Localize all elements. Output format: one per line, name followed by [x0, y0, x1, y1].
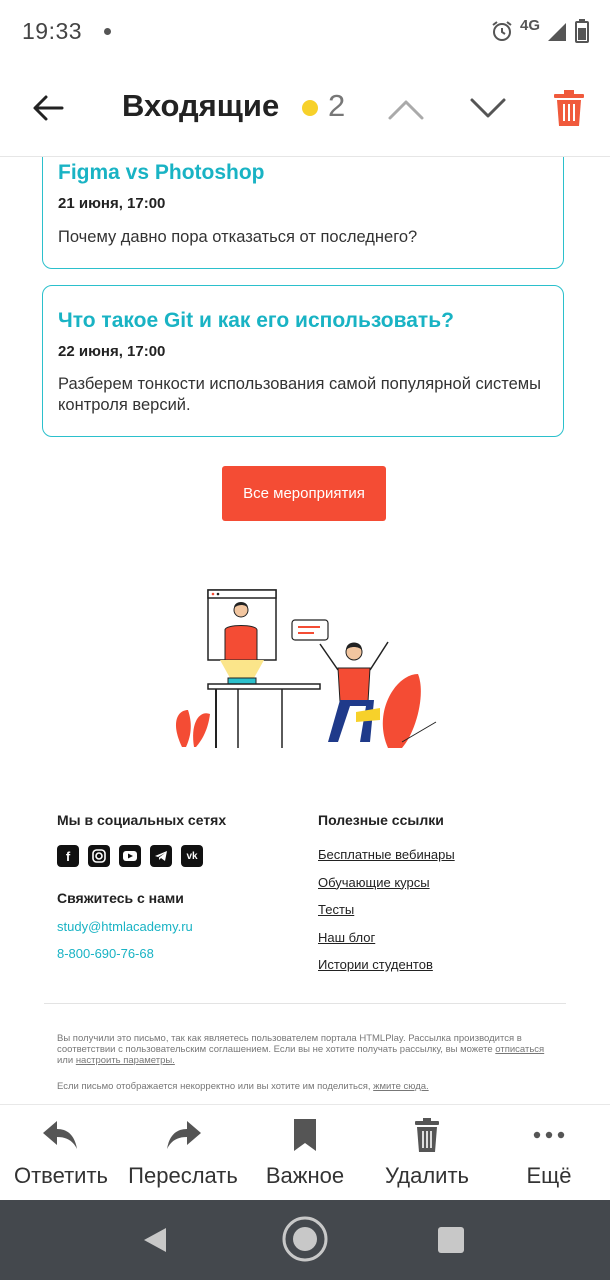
legal-share: Если письмо отображается некорректно или… [57, 1081, 557, 1092]
social-heading: Мы в социальных сетях [57, 812, 227, 828]
network-type: 4G [519, 16, 540, 34]
legal-or: или [57, 1055, 74, 1066]
signal-icon [548, 23, 566, 41]
link-blog[interactable]: Наш блог [318, 930, 455, 958]
event-card: Что такое Git и как его использовать? 22… [42, 285, 564, 437]
legal-share-text: Если письмо отображается некорректно или… [57, 1081, 371, 1092]
legal-notice: Вы получили это письмо, так как являетес… [57, 1033, 557, 1066]
nav-home-icon[interactable] [281, 1215, 329, 1263]
chevron-up-icon[interactable] [386, 94, 426, 124]
important-label: Важное [265, 1163, 345, 1188]
event-card: Figma vs Photoshop 21 июня, 17:00 Почему… [42, 157, 564, 269]
more-label: Ещё [526, 1163, 572, 1188]
delete-button[interactable]: Удалить [366, 1105, 488, 1201]
contact-heading: Свяжитесь с нами [57, 890, 184, 906]
bookmark-icon [294, 1119, 316, 1151]
trash-icon[interactable] [552, 88, 586, 128]
forward-icon [167, 1121, 201, 1149]
youtube-icon[interactable] [119, 845, 141, 867]
more-button[interactable]: Ещё [488, 1105, 610, 1201]
link-student-stories[interactable]: Истории студентов [318, 957, 455, 985]
useful-links: Бесплатные вебинары Обучающие курсы Тест… [318, 847, 455, 985]
legal-text: Вы получили это письмо, так как являетес… [57, 1033, 522, 1055]
all-events-button[interactable]: Все мероприятия [222, 466, 386, 521]
facebook-icon[interactable]: f [57, 845, 79, 867]
battery-icon [575, 19, 589, 43]
status-time: 19:33 [22, 18, 83, 44]
message-actions-bar: Ответить Переслать Важное Удалить Ещё [0, 1104, 610, 1201]
delete-label: Удалить [385, 1163, 469, 1188]
contact-email[interactable]: study@htmlacademy.ru [57, 919, 193, 934]
unread-dot [302, 100, 318, 116]
link-courses[interactable]: Обучающие курсы [318, 875, 455, 903]
reply-label: Ответить [13, 1163, 109, 1188]
status-bar: 19:33 4G [0, 0, 610, 62]
trash-icon [415, 1118, 439, 1152]
event-illustration [175, 589, 437, 748]
event-title[interactable]: Figma vs Photoshop [58, 161, 265, 185]
mail-toolbar: Входящие 2 [0, 62, 610, 157]
chevron-down-icon[interactable] [468, 94, 508, 124]
event-title[interactable]: Что такое Git и как его использовать? [58, 309, 454, 333]
reply-icon [43, 1121, 77, 1149]
links-heading: Полезные ссылки [318, 812, 444, 828]
forward-button[interactable]: Переслать [122, 1105, 244, 1201]
system-navigation-bar [0, 1200, 610, 1280]
contact-phone[interactable]: 8-800-690-76-68 [57, 946, 154, 961]
social-links: f vk [57, 845, 203, 867]
share-here-link[interactable]: жмите сюда. [373, 1081, 429, 1092]
link-webinars[interactable]: Бесплатные вебинары [318, 847, 455, 875]
notification-dot [104, 28, 111, 35]
footer-divider [44, 1003, 566, 1004]
status-icons: 4G [490, 14, 590, 48]
more-icon [533, 1131, 565, 1139]
unread-count: 2 [328, 88, 346, 123]
important-button[interactable]: Важное [244, 1105, 366, 1201]
forward-label: Переслать [128, 1163, 238, 1188]
unsubscribe-link[interactable]: отписаться [495, 1044, 544, 1055]
vk-icon[interactable]: vk [181, 845, 203, 867]
nav-recent-apps-icon[interactable] [438, 1227, 464, 1253]
event-description: Разберем тонкости использования самой по… [58, 375, 541, 414]
back-arrow-icon[interactable] [30, 90, 66, 126]
nav-back-icon[interactable] [140, 1225, 170, 1255]
settings-link[interactable]: настроить параметры. [76, 1055, 175, 1066]
folder-title: Входящие [122, 88, 280, 123]
email-body: Figma vs Photoshop 21 июня, 17:00 Почему… [0, 157, 610, 1104]
reply-button[interactable]: Ответить [0, 1105, 122, 1201]
alarm-icon [492, 21, 512, 41]
event-date: 22 июня, 17:00 [58, 343, 166, 360]
event-date: 21 июня, 17:00 [58, 195, 166, 212]
telegram-icon[interactable] [150, 845, 172, 867]
link-tests[interactable]: Тесты [318, 902, 455, 930]
instagram-icon[interactable] [88, 845, 110, 867]
event-description: Почему давно пора отказаться от последне… [58, 228, 418, 246]
